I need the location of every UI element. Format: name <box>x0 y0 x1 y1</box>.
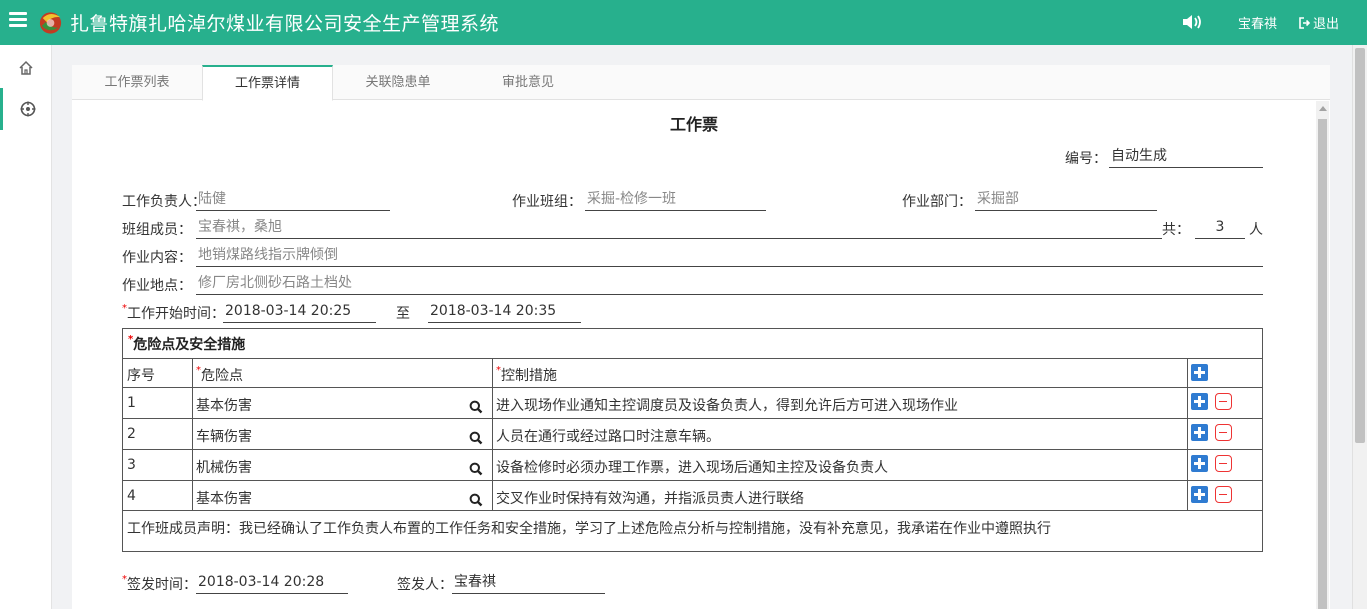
hazard-cell[interactable]: 基本伤害 <box>196 395 252 415</box>
row-no: 3 <box>127 457 136 473</box>
logo-icon <box>39 12 62 34</box>
content-field[interactable]: 地销煤路线指示牌倾倒 <box>196 245 1263 267</box>
add-row-button[interactable] <box>1191 393 1208 410</box>
team-statement: 工作班成员声明：我已经确认了工作负责人布置的工作任务和安全措施，学习了上述危险点… <box>127 521 1051 537</box>
logout-label: 退出 <box>1313 17 1340 32</box>
location-label: 作业地点： <box>122 278 192 294</box>
remove-row-button[interactable] <box>1215 486 1232 503</box>
column-header-no: 序号 <box>127 368 155 384</box>
sidebar-item-home[interactable] <box>0 47 52 89</box>
hazard-cell[interactable]: 机械伤害 <box>196 457 252 477</box>
divider <box>123 510 1262 511</box>
hazard-cell[interactable]: 车辆伤害 <box>196 426 252 446</box>
location-field[interactable]: 修厂房北侧砂石路土档处 <box>196 273 1263 295</box>
issuer-label: 签发人： <box>397 577 453 593</box>
divider <box>1187 358 1188 510</box>
sidebar-item-target[interactable] <box>0 88 52 130</box>
column-header-measure-text: 控制措施 <box>501 368 557 384</box>
divider <box>123 418 1262 419</box>
total-field[interactable]: 3 <box>1195 217 1245 239</box>
dept-field[interactable]: 采掘部 <box>975 189 1157 211</box>
total-unit: 人 <box>1249 222 1263 238</box>
divider <box>123 449 1262 450</box>
row-no: 1 <box>127 395 136 411</box>
issue-time-label-text: 签发时间： <box>127 577 197 593</box>
members-label: 班组成员： <box>122 222 192 238</box>
dept-label: 作业部门： <box>902 194 972 210</box>
number-label: 编号： <box>1065 151 1107 167</box>
user-name[interactable]: 宝春祺 <box>1238 13 1277 32</box>
issue-time-field[interactable]: 2018-03-14 20:28 <box>196 572 348 594</box>
divider <box>192 358 193 510</box>
divider <box>123 387 1262 388</box>
home-icon <box>19 60 33 75</box>
add-row-button[interactable] <box>1191 364 1208 381</box>
page-scrollbar[interactable] <box>1352 45 1367 609</box>
app-title: 扎鲁特旗扎哈淖尔煤业有限公司安全生产管理系统 <box>70 13 500 35</box>
measure-cell[interactable]: 进入现场作业通知主控调度员及设备负责人，得到允许后方可进入现场作业 <box>496 395 958 415</box>
sidebar <box>0 45 52 609</box>
content-scroll-thumb[interactable] <box>1318 119 1327 609</box>
start-time-field[interactable]: 2018-03-14 20:25 <box>223 301 376 323</box>
end-time-field[interactable]: 2018-03-14 20:35 <box>428 301 581 323</box>
content-label: 作业内容： <box>122 250 192 266</box>
divider <box>123 480 1262 481</box>
main-panel: 工作票列表 工作票详情 关联隐患单 审批意见 工作票 编号： 自动生成 工作负责… <box>72 65 1330 609</box>
issue-time-label: *签发时间： <box>122 574 197 594</box>
column-header-hazard-text: 危险点 <box>201 368 243 384</box>
column-header-hazard: *危险点 <box>196 365 243 385</box>
measure-cell[interactable]: 交叉作业时保持有效沟通，并指派员责人进行联络 <box>496 488 804 508</box>
hazard-table-title-text: 危险点及安全措施 <box>133 337 246 353</box>
menu-icon[interactable] <box>9 12 27 30</box>
add-row-button[interactable] <box>1191 424 1208 441</box>
scroll-up-arrow[interactable] <box>1319 106 1327 111</box>
issuer-field[interactable]: 宝春祺 <box>452 572 605 594</box>
total-label: 共： <box>1162 222 1190 238</box>
leader-field[interactable]: 陆健 <box>196 189 390 211</box>
tab-ticket-list[interactable]: 工作票列表 <box>72 65 202 100</box>
document-title: 工作票 <box>669 115 718 134</box>
logout-icon <box>1299 16 1311 29</box>
row-no: 2 <box>127 426 136 442</box>
team-label: 作业班组： <box>512 194 582 210</box>
members-field[interactable]: 宝春祺，桑旭 <box>196 217 1162 239</box>
tab-related-hazards[interactable]: 关联隐患单 <box>333 65 463 100</box>
speaker-icon[interactable] <box>1182 13 1204 31</box>
page-scroll-thumb[interactable] <box>1355 48 1365 443</box>
search-icon[interactable] <box>469 462 483 476</box>
search-icon[interactable] <box>469 431 483 445</box>
divider <box>123 358 1262 359</box>
team-field[interactable]: 采掘-检修一班 <box>585 189 766 211</box>
tab-bar: 工作票列表 工作票详情 关联隐患单 审批意见 <box>72 65 1330 101</box>
remove-row-button[interactable] <box>1215 455 1232 472</box>
hazard-table-title: *危险点及安全措施 <box>128 334 245 354</box>
content-scrollbar[interactable] <box>1316 101 1329 609</box>
remove-row-button[interactable] <box>1215 424 1232 441</box>
measure-cell[interactable]: 人员在通行或经过路口时注意车辆。 <box>496 426 720 446</box>
logout-button[interactable]: 退出 <box>1299 13 1339 32</box>
column-header-measure: *控制措施 <box>496 365 557 385</box>
tab-approval-opinion[interactable]: 审批意见 <box>463 65 593 100</box>
search-icon[interactable] <box>469 493 483 507</box>
number-field[interactable]: 自动生成 <box>1109 146 1263 168</box>
leader-label: 工作负责人： <box>122 194 206 210</box>
search-icon[interactable] <box>469 400 483 414</box>
remove-row-button[interactable] <box>1215 393 1232 410</box>
tab-ticket-detail[interactable]: 工作票详情 <box>202 65 333 101</box>
hazard-table: *危险点及安全措施 序号 *危险点 *控制措施 1 基本伤害 进入现场作业通知主… <box>122 328 1263 552</box>
measure-cell[interactable]: 设备检修时必须办理工作票，进入现场后通知主控及设备负责人 <box>496 457 888 477</box>
divider <box>492 358 493 510</box>
start-time-label-text: 工作开始时间： <box>127 306 225 322</box>
row-no: 4 <box>127 488 136 504</box>
to-label: 至 <box>396 306 410 322</box>
target-icon <box>20 101 35 117</box>
start-time-label: *工作开始时间： <box>122 303 225 323</box>
add-row-button[interactable] <box>1191 455 1208 472</box>
hazard-cell[interactable]: 基本伤害 <box>196 488 252 508</box>
add-row-button[interactable] <box>1191 486 1208 503</box>
top-bar: 扎鲁特旗扎哈淖尔煤业有限公司安全生产管理系统 宝春祺 退出 <box>0 0 1367 45</box>
